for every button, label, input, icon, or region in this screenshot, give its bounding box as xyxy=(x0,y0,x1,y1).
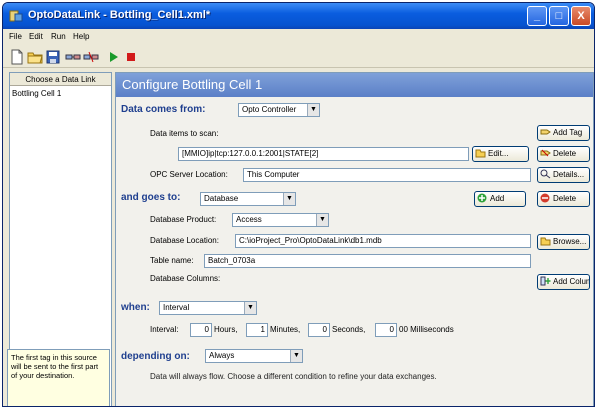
database-location-label: Database Location: xyxy=(150,236,219,245)
data-item-field[interactable]: [MMIO]ip|tcp:127.0.0.1:2001|STATE[2] xyxy=(178,147,469,161)
configure-panel: Configure Bottling Cell 1 Data comes fro… xyxy=(115,72,594,406)
database-product-label: Database Product: xyxy=(150,215,217,224)
link-icon[interactable] xyxy=(65,49,81,65)
database-product-select[interactable]: Access ▼ xyxy=(232,213,329,227)
stop-icon[interactable] xyxy=(123,49,139,65)
maximize-button[interactable]: □ xyxy=(549,6,569,26)
add-column-button[interactable]: Add Column xyxy=(537,274,590,290)
chevron-down-icon[interactable]: ▼ xyxy=(290,350,302,362)
delete-tag-button[interactable]: Delete xyxy=(537,146,590,162)
delete-icon xyxy=(540,193,550,203)
condition-label: depending on: xyxy=(121,351,190,362)
interval-label: Interval: xyxy=(150,325,179,334)
unlink-icon[interactable] xyxy=(83,49,99,65)
delete-tag-icon xyxy=(540,149,551,157)
data-source-select[interactable]: Opto Controller ▼ xyxy=(238,103,320,117)
details-icon xyxy=(540,169,551,179)
when-value: Interval xyxy=(163,303,190,312)
open-folder-icon[interactable] xyxy=(27,49,43,65)
minutes-label: Minutes, xyxy=(270,325,301,334)
edit-button[interactable]: Edit... xyxy=(472,146,529,162)
data-items-label: Data items to scan: xyxy=(150,129,219,138)
edit-folder-icon xyxy=(475,149,486,158)
interval-hours-input[interactable]: 0 xyxy=(190,323,212,337)
panel-header: Configure Bottling Cell 1 xyxy=(116,73,593,97)
condition-value: Always xyxy=(209,351,235,360)
add-column-icon xyxy=(540,276,551,286)
title-bar[interactable]: OptoDataLink - Bottling_Cell1.xml* _ □ X xyxy=(3,3,594,29)
data-source-value: Opto Controller xyxy=(242,105,297,114)
database-product-value: Access xyxy=(236,215,262,224)
condition-select[interactable]: Always ▼ xyxy=(205,349,303,363)
interval-minutes-input[interactable]: 1 xyxy=(246,323,268,337)
opc-server-label: OPC Server Location: xyxy=(150,170,228,179)
menu-edit[interactable]: Edit xyxy=(29,32,43,41)
app-window: OptoDataLink - Bottling_Cell1.xml* _ □ X… xyxy=(2,2,595,407)
destination-label: and goes to: xyxy=(121,192,181,203)
opc-server-field[interactable]: This Computer xyxy=(243,168,531,182)
data-source-label: Data comes from: xyxy=(121,104,206,115)
window-title: OptoDataLink - Bottling_Cell1.xml* xyxy=(28,9,211,21)
condition-note: Data will always flow. Choose a differen… xyxy=(150,372,437,381)
hours-label: Hours, xyxy=(214,325,238,334)
minimize-button[interactable]: _ xyxy=(527,6,547,26)
menu-run[interactable]: Run xyxy=(51,32,66,41)
destination-value: Database xyxy=(204,194,239,203)
details-button[interactable]: Details... xyxy=(537,167,590,183)
database-location-field[interactable]: C:\ioProject_Pro\OptoDataLink\db1.mdb xyxy=(235,234,531,248)
table-name-label: Table name: xyxy=(150,256,194,265)
add-tag-icon xyxy=(540,129,551,135)
add-icon xyxy=(477,193,487,203)
when-select[interactable]: Interval ▼ xyxy=(159,301,257,315)
table-name-field[interactable]: Batch_0703a xyxy=(204,254,531,268)
interval-seconds-input[interactable]: 0 xyxy=(308,323,330,337)
interval-ms-input[interactable]: 0 xyxy=(375,323,397,337)
help-tip: The first tag in this source will be sen… xyxy=(7,349,110,406)
close-button[interactable]: X xyxy=(571,6,591,26)
list-item[interactable]: Bottling Cell 1 xyxy=(12,89,61,98)
menu-file[interactable]: File xyxy=(9,32,22,41)
chevron-down-icon[interactable]: ▼ xyxy=(307,104,319,116)
seconds-label: Seconds, xyxy=(332,325,366,334)
when-label: when: xyxy=(121,302,150,313)
database-columns-label: Database Columns: xyxy=(150,274,221,283)
app-icon xyxy=(9,10,23,22)
page-title: Configure Bottling Cell 1 xyxy=(122,77,263,92)
chevron-down-icon[interactable]: ▼ xyxy=(283,193,295,205)
run-icon[interactable] xyxy=(105,49,121,65)
data-link-list-header: Choose a Data Link xyxy=(10,73,111,86)
toolbar xyxy=(3,46,594,68)
save-icon[interactable] xyxy=(45,49,61,65)
milliseconds-label: 00 Milliseconds xyxy=(399,325,454,334)
menu-bar: File Edit Run Help xyxy=(3,29,594,46)
chevron-down-icon[interactable]: ▼ xyxy=(244,302,256,314)
destination-select[interactable]: Database ▼ xyxy=(200,192,296,206)
new-file-icon[interactable] xyxy=(9,49,25,65)
menu-help[interactable]: Help xyxy=(73,32,89,41)
add-tag-button[interactable]: Add Tag xyxy=(537,125,590,141)
add-destination-button[interactable]: Add xyxy=(474,191,526,207)
browse-button[interactable]: Browse... xyxy=(537,234,590,250)
browse-folder-icon xyxy=(540,237,551,246)
chevron-down-icon[interactable]: ▼ xyxy=(316,214,328,226)
delete-destination-button[interactable]: Delete xyxy=(537,191,590,207)
